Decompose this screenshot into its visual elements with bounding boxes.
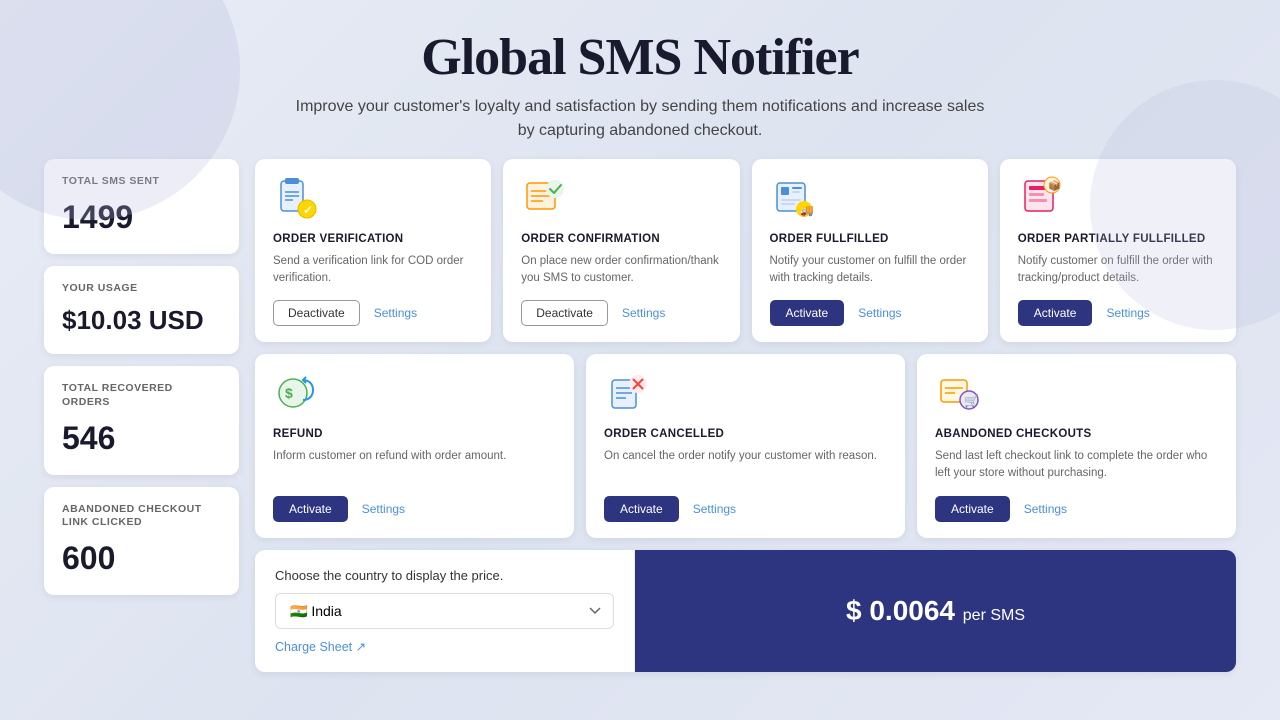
card-refund: $ REFUND Inform customer on refund with … (255, 354, 574, 537)
order-fulfilled-icon: 🚚 (770, 175, 816, 221)
page-title: Global SMS Notifier (20, 28, 1260, 87)
card-order-confirmation-actions: Deactivate Settings (521, 300, 721, 326)
settings-order-confirmation-button[interactable]: Settings (622, 306, 665, 320)
page-subtitle: Improve your customer's loyalty and sati… (290, 95, 990, 143)
bottom-section: Choose the country to display the price.… (255, 550, 1236, 672)
card-order-confirmation: ORDER CONFIRMATION On place new order co… (503, 159, 739, 342)
svg-text:$: $ (285, 385, 293, 401)
stat-abandoned-clicks: ABANDONED CHECKOUT LINK CLICKED 600 (44, 487, 239, 595)
svg-text:📦: 📦 (1048, 179, 1060, 192)
activate-order-cancelled-button[interactable]: Activate (604, 496, 679, 522)
stat-total-sms: TOTAL SMS SENT 1499 (44, 159, 239, 254)
abandoned-checkouts-icon: 🛒 (935, 370, 981, 416)
price-display: $ 0.0064 per SMS (846, 595, 1025, 627)
deactivate-order-verification-button[interactable]: Deactivate (273, 300, 360, 326)
refund-icon: $ (273, 370, 319, 416)
order-cancelled-icon (604, 370, 650, 416)
settings-abandoned-checkouts-button[interactable]: Settings (1024, 502, 1067, 516)
activate-order-partially-fulfilled-button[interactable]: Activate (1018, 300, 1093, 326)
order-confirmation-icon (521, 175, 567, 221)
card-abandoned-checkouts-actions: Activate Settings (935, 496, 1218, 522)
activate-refund-button[interactable]: Activate (273, 496, 348, 522)
card-order-fulfilled-actions: Activate Settings (770, 300, 970, 326)
activate-order-fulfilled-button[interactable]: Activate (770, 300, 845, 326)
main-content: ✓ ORDER VERIFICATION Send a verification… (255, 159, 1236, 672)
card-refund-actions: Activate Settings (273, 496, 556, 522)
order-verification-icon: ✓ (273, 175, 319, 221)
sidebar: TOTAL SMS SENT 1499 YOUR USAGE $10.03 US… (44, 159, 239, 672)
card-order-partially-fulfilled: 📦 ORDER PARTIALLY FULLFILLED Notify cust… (1000, 159, 1236, 342)
settings-order-cancelled-button[interactable]: Settings (693, 502, 736, 516)
settings-refund-button[interactable]: Settings (362, 502, 405, 516)
order-partially-fulfilled-icon: 📦 (1018, 175, 1064, 221)
activate-abandoned-checkouts-button[interactable]: Activate (935, 496, 1010, 522)
cards-row-1: ✓ ORDER VERIFICATION Send a verification… (255, 159, 1236, 342)
stat-your-usage: YOUR USAGE $10.03 USD (44, 266, 239, 355)
settings-order-verification-button[interactable]: Settings (374, 306, 417, 320)
settings-order-fulfilled-button[interactable]: Settings (858, 306, 901, 320)
price-section: $ 0.0064 per SMS (635, 550, 1236, 672)
card-order-cancelled: ORDER CANCELLED On cancel the order noti… (586, 354, 905, 537)
cards-row-2: $ REFUND Inform customer on refund with … (255, 354, 1236, 537)
country-select[interactable]: 🇮🇳 India 🇺🇸 United States 🇬🇧 United King… (275, 593, 614, 629)
svg-text:🚚: 🚚 (800, 205, 814, 217)
card-order-fulfilled: 🚚 ORDER FULLFILLED Notify your customer … (752, 159, 988, 342)
stat-total-recovered: TOTAL RECOVERED ORDERS 546 (44, 366, 239, 474)
settings-order-partially-fulfilled-button[interactable]: Settings (1106, 306, 1149, 320)
card-abandoned-checkouts: 🛒 ABANDONED CHECKOUTS Send last left che… (917, 354, 1236, 537)
deactivate-order-confirmation-button[interactable]: Deactivate (521, 300, 608, 326)
charge-sheet-link[interactable]: Charge Sheet ↗ (275, 639, 614, 654)
card-order-partially-fulfilled-actions: Activate Settings (1018, 300, 1218, 326)
country-section: Choose the country to display the price.… (255, 550, 635, 672)
svg-text:✓: ✓ (303, 203, 313, 217)
svg-text:🛒: 🛒 (964, 394, 979, 408)
card-order-verification-actions: Deactivate Settings (273, 300, 473, 326)
card-order-cancelled-actions: Activate Settings (604, 496, 887, 522)
card-order-verification: ✓ ORDER VERIFICATION Send a verification… (255, 159, 491, 342)
